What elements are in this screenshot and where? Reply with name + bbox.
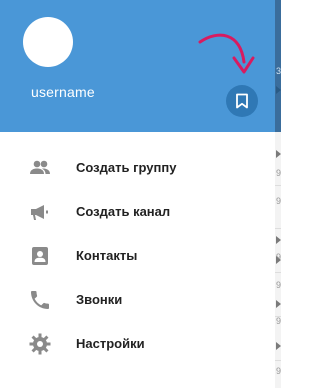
background-digit: 9 [276,280,282,290]
group-icon [30,160,50,174]
menu-item-label: Контакты [76,248,138,263]
curved-arrow-icon [198,33,255,74]
background-arrow [276,236,281,244]
gear-icon [29,333,51,355]
background-arrow [276,86,281,94]
background-arrow [276,300,281,308]
background-digit: 9 [276,196,282,206]
background-separator [275,272,281,273]
username: username [31,84,95,100]
drawer-header: username [0,0,275,132]
megaphone-icon [31,205,48,220]
menu-item-new-group[interactable]: Создать группу [0,146,275,190]
background-topbar: 3 [275,0,281,132]
menu-item-label: Создать канал [76,204,171,219]
menu-item-label: Создать группу [76,160,177,175]
menu-item-calls[interactable]: Звонки [0,278,275,322]
background-chat-list: 3 9 9 9 9 9 9 [275,0,281,388]
menu-item-contacts[interactable]: Контакты [0,234,275,278]
background-arrow [276,150,281,158]
background-arrow [276,256,281,264]
background-separator [275,316,281,317]
avatar[interactable] [23,17,73,67]
phone-icon [31,291,49,309]
background-separator [275,185,281,186]
contacts-icon [32,247,48,265]
background-digit: 9 [276,168,282,178]
background-separator [275,360,281,361]
background-digit: 9 [276,316,282,326]
menu-item-new-channel[interactable]: Создать канал [0,190,275,234]
saved-messages-button[interactable] [226,85,258,117]
background-digit: 3 [276,66,282,76]
navigation-drawer: username Создать группу Создать канал Ко… [0,0,275,388]
background-separator [275,228,281,229]
menu-item-label: Звонки [76,292,123,307]
menu-item-label: Настройки [76,336,145,351]
background-arrow [276,342,281,350]
bookmark-icon [236,93,248,109]
drawer-menu: Создать группу Создать канал Контакты Зв… [0,146,275,366]
menu-item-settings[interactable]: Настройки [0,322,275,366]
background-digit: 9 [276,366,282,376]
